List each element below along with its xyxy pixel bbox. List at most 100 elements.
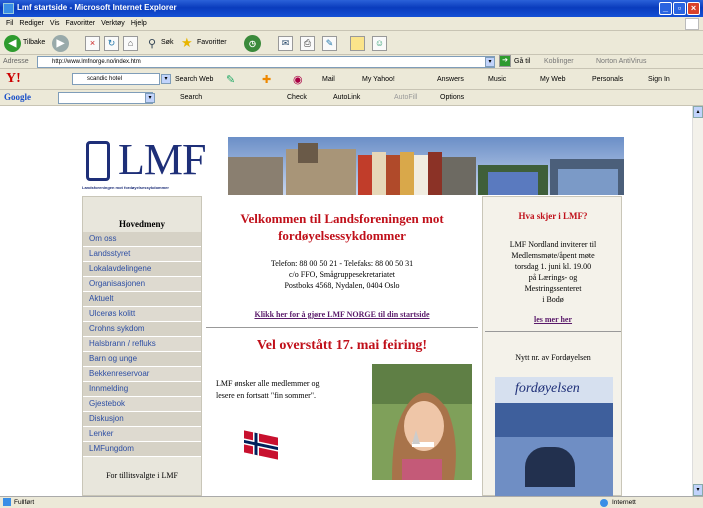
scroll-up-icon[interactable]: ▴ <box>693 106 703 118</box>
menu-item-diskusjon[interactable]: Diskusjon <box>83 412 201 427</box>
startpage-link[interactable]: Klikk her for å gjøre LMF NORGE til din … <box>202 310 482 319</box>
minimize-icon[interactable]: _ <box>659 2 672 15</box>
music-button[interactable]: Music <box>488 76 506 83</box>
maximize-icon[interactable]: ▫ <box>673 2 686 15</box>
lmf-logo[interactable]: LMF Landsforeningen mot fordøyelsessykdo… <box>82 137 218 197</box>
event-line3: torsdag 1. juni kl. 19.00 <box>514 262 592 271</box>
yahoo-logo-icon[interactable]: Y! <box>6 71 21 87</box>
menu-item-halsbrann[interactable]: Halsbrann / refluks <box>83 337 201 352</box>
home-icon[interactable]: ⌂ <box>123 36 138 51</box>
menu-item-barn-og-unge[interactable]: Barn og unge <box>83 352 201 367</box>
search-web-button[interactable]: Search Web <box>175 76 213 83</box>
history-icon[interactable]: ◷ <box>244 35 261 52</box>
google-search-input[interactable] <box>58 92 153 104</box>
magazine-cover-image[interactable]: fordøyelsen <box>495 377 613 496</box>
close-icon[interactable]: × <box>687 2 700 15</box>
menu-item-gjestebok[interactable]: Gjestebok <box>83 397 201 412</box>
menu-item-aktuelt[interactable]: Aktuelt <box>83 292 201 307</box>
favorites-button-label[interactable]: Favoritter <box>197 39 227 46</box>
menu-bar: Fil Rediger Vis Favoritter Verktøy Hjelp <box>0 17 703 31</box>
answers-button[interactable]: Answers <box>437 76 464 83</box>
menu-item-lmfungdom[interactable]: LMFungdom <box>83 442 201 457</box>
menu-verktoy[interactable]: Verktøy <box>101 17 125 31</box>
back-button-label[interactable]: Tilbake <box>23 39 45 46</box>
menu-item-landsstyret[interactable]: Landsstyret <box>83 247 201 262</box>
google-search-button[interactable]: Search <box>180 94 202 101</box>
lmf-emblem-icon <box>86 141 110 181</box>
contact-phone: Telefon: 88 00 50 21 - Telefaks: 88 00 5… <box>270 259 414 268</box>
menu-item-lenker[interactable]: Lenker <box>83 427 201 442</box>
autofill-button[interactable]: AutoFill <box>394 94 417 101</box>
nytt-nr-heading: Nytt nr. av Fordøyelsen <box>515 353 591 362</box>
menu-item-bekkenreservoar[interactable]: Bekkenreservoar <box>83 367 201 382</box>
menu-item-ulceros-kolitt[interactable]: Ulcerøs kolitt <box>83 307 201 322</box>
back-arrow-icon[interactable]: ◀ <box>4 35 21 52</box>
menu-favoritter[interactable]: Favoritter <box>66 17 96 31</box>
vertical-scrollbar[interactable]: ▴ ▾ <box>692 106 703 496</box>
scroll-down-icon[interactable]: ▾ <box>693 484 703 496</box>
links-label[interactable]: Koblinger <box>544 58 574 65</box>
print-icon[interactable]: ⎙ <box>300 36 315 51</box>
standard-toolbar: ◀ Tilbake ▶ × ↻ ⌂ ⚲ Søk ★ Favoritter ◷ ✉… <box>0 31 703 55</box>
menu-item-crohns-sykdom[interactable]: Crohns sykdom <box>83 322 201 337</box>
search-icon[interactable]: ⚲ <box>148 37 156 50</box>
girl-with-ice-cream-photo <box>372 364 472 480</box>
google-options-button[interactable]: Options <box>440 94 464 101</box>
search-button-label[interactable]: Søk <box>161 39 173 46</box>
feiring-heading: Vel overstått 17. mai feiring! <box>256 338 428 353</box>
favorites-star-icon[interactable]: ★ <box>181 35 193 51</box>
folder-icon[interactable] <box>350 36 365 51</box>
shield-icon[interactable]: ◉ <box>293 73 303 86</box>
norwegian-flag-icon <box>244 430 278 460</box>
address-label: Adresse <box>3 58 29 65</box>
menu-footer-text[interactable]: For tillitsvalgte i LMF <box>83 471 201 480</box>
menu-hjelp[interactable]: Hjelp <box>131 17 147 31</box>
yahoo-search-input[interactable]: scandic hotel <box>72 73 160 85</box>
yahoo-search-dropdown-icon[interactable]: ▾ <box>161 74 171 84</box>
go-arrow-icon[interactable]: ➔ <box>499 55 511 67</box>
globe-icon <box>600 499 608 507</box>
event-line4: på Lærings- og <box>528 273 578 282</box>
my-yahoo-button[interactable]: My Yahoo! <box>362 76 395 83</box>
address-input[interactable]: http://www.lmfnorge.no/index.htm <box>37 56 495 68</box>
stop-icon[interactable]: × <box>85 36 100 51</box>
event-line1: LMF Nordland inviterer til <box>509 240 597 249</box>
pencil-icon[interactable]: ✎ <box>226 73 235 86</box>
menu-item-organisasjonen[interactable]: Organisasjonen <box>83 277 201 292</box>
lmf-logo-subtitle: Landsforeningen mot fordøyelsessykdommer <box>82 185 169 190</box>
address-dropdown-icon[interactable]: ▾ <box>485 57 495 67</box>
page-icon <box>3 498 11 506</box>
summer-greeting-line2: lesere en fortsatt "fin sommer". <box>216 391 317 400</box>
forward-arrow-icon[interactable]: ▶ <box>52 35 69 52</box>
mail-icon[interactable]: ✉ <box>278 36 293 51</box>
refresh-icon[interactable]: ↻ <box>104 36 119 51</box>
norton-label[interactable]: Norton AntiVirus <box>596 58 646 65</box>
go-button-label[interactable]: Gå til <box>514 58 530 65</box>
yahoo-mail-button[interactable]: Mail <box>322 76 335 83</box>
menu-vis[interactable]: Vis <box>50 17 60 31</box>
edit-icon[interactable]: ✎ <box>322 36 337 51</box>
welcome-heading-line1: Velkommen til Landsforeningen mot <box>240 211 444 226</box>
sign-in-button[interactable]: Sign In <box>648 76 670 83</box>
ie-icon <box>3 3 14 14</box>
menu-fil[interactable]: Fil <box>6 17 13 31</box>
menu-item-innmelding[interactable]: Innmelding <box>83 382 201 397</box>
menu-rediger[interactable]: Rediger <box>19 17 44 31</box>
menu-item-lokalavdelingene[interactable]: Lokalavdelingene <box>83 262 201 277</box>
personals-button[interactable]: Personals <box>592 76 623 83</box>
google-logo[interactable]: Google <box>4 92 31 102</box>
lmf-logo-text: LMF <box>118 135 206 184</box>
messenger-icon[interactable]: ☺ <box>372 36 387 51</box>
main-content: Velkommen til Landsforeningen mot fordøy… <box>202 196 482 496</box>
my-web-button[interactable]: My Web <box>540 76 566 83</box>
google-toolbar: Google ▾ Search Check AutoLink AutoFill … <box>0 90 703 106</box>
address-bar: Adresse http://www.lmfnorge.no/index.htm… <box>0 55 703 69</box>
main-menu-heading: Hovedmeny <box>119 219 165 229</box>
google-check-button[interactable]: Check <box>287 94 307 101</box>
event-line6: i Bodø <box>542 295 564 304</box>
google-dropdown-icon[interactable]: ▾ <box>145 93 155 103</box>
autolink-button[interactable]: AutoLink <box>333 94 360 101</box>
les-mer-link[interactable]: les mer her <box>483 315 623 324</box>
plus-icon[interactable]: ✚ <box>262 73 271 86</box>
menu-item-om-oss[interactable]: Om oss <box>83 232 201 247</box>
